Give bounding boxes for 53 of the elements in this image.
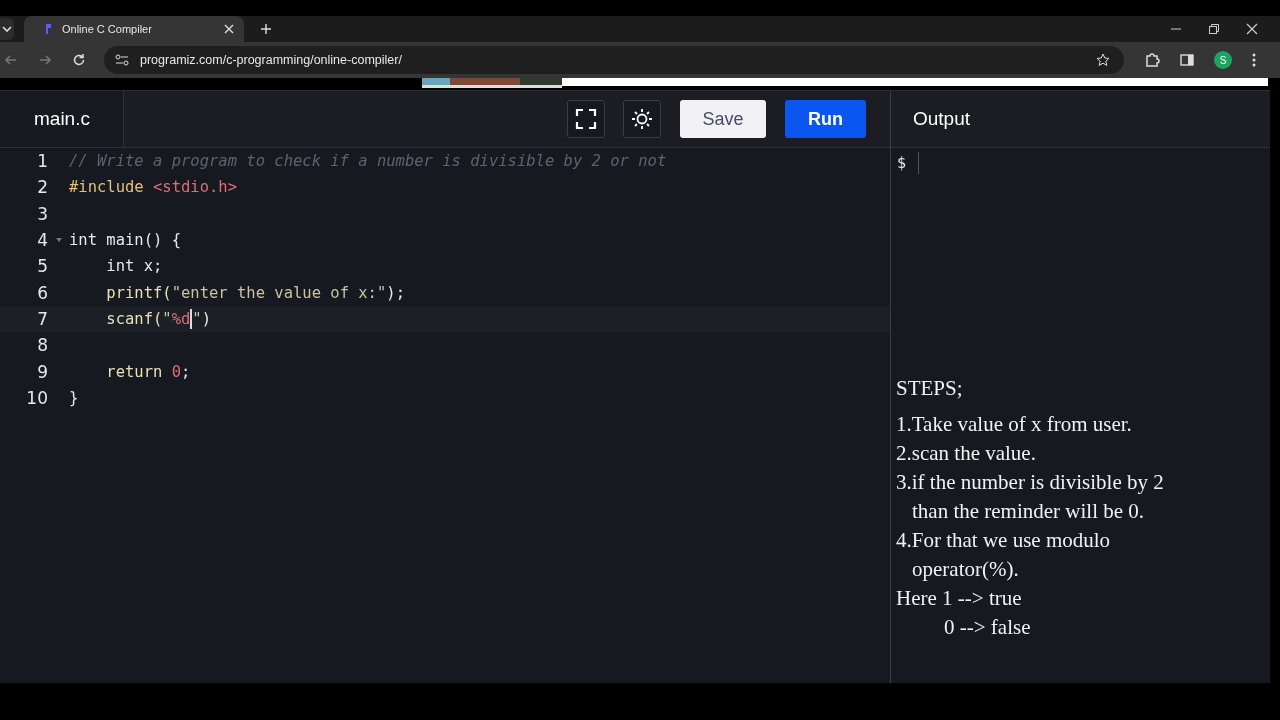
line-number: 7 — [36, 308, 48, 329]
code-line: int main() { — [69, 231, 181, 250]
line-number: 3 — [36, 203, 48, 224]
restore-icon[interactable] — [1208, 23, 1220, 35]
menu-icon[interactable] — [1252, 53, 1256, 67]
line-number: 9 — [36, 361, 48, 382]
code-line: int x; — [105, 257, 163, 276]
new-tab-icon[interactable] — [260, 23, 272, 35]
shell-prompt: $ — [897, 154, 907, 172]
code-line: #include <stdio.h> — [69, 178, 237, 197]
note-line: operator(%). — [911, 556, 1020, 583]
star-icon[interactable] — [1096, 53, 1110, 67]
code-line: } — [69, 388, 79, 407]
line-number: 1 — [36, 151, 48, 172]
extensions-icon[interactable] — [1144, 52, 1160, 68]
fullscreen-icon — [575, 108, 597, 130]
forward-icon[interactable] — [38, 53, 52, 67]
output-title: Output — [913, 108, 971, 130]
close-icon[interactable] — [224, 24, 234, 34]
note-line: 1.Take value of x from user. — [896, 411, 1133, 438]
code-line: printf("enter the value of x:"); — [105, 283, 405, 302]
side-panel-icon[interactable] — [1180, 53, 1194, 67]
code-line: // Write a program to check if a number is divisible by 2 or not — [69, 152, 667, 171]
browser-tab[interactable]: Online C Compiler — [24, 16, 244, 42]
line-number: 4 — [36, 230, 48, 251]
line-number: 10 — [25, 387, 48, 408]
note-line: 2.scan the value. — [896, 440, 1037, 467]
sun-icon — [631, 108, 653, 130]
line-number: 8 — [36, 335, 48, 356]
run-button[interactable]: Run — [785, 100, 866, 138]
note-line: than the reminder will be 0. — [911, 498, 1146, 525]
code-line: return 0; — [105, 362, 191, 381]
tab-list-icon[interactable] — [0, 18, 14, 40]
line-number: 2 — [36, 177, 48, 198]
notes-heading: STEPS; — [896, 375, 964, 402]
address-bar[interactable]: programiz.com/c-programming/online-compiler/ — [104, 46, 1124, 74]
line-number: 5 — [36, 256, 48, 277]
theme-toggle-button[interactable] — [623, 100, 661, 138]
site-icon — [44, 23, 54, 35]
close-icon[interactable] — [1246, 23, 1258, 35]
site-settings-icon[interactable] — [114, 53, 130, 67]
note-line: Here 1 --> true — [896, 585, 1023, 612]
code-line: scanf("%d") — [105, 308, 212, 329]
reload-icon[interactable] — [72, 53, 86, 67]
fullscreen-button[interactable] — [567, 100, 605, 138]
file-tab[interactable]: main.c — [0, 91, 124, 147]
save-button[interactable]: Save — [680, 100, 766, 138]
note-line: 3.if the number is divisible by 2 — [896, 469, 1165, 496]
back-icon[interactable] — [4, 53, 18, 67]
line-number: 6 — [36, 282, 48, 303]
note-line: 4.For that we use modulo — [896, 527, 1112, 554]
note-line: 0 --> false — [943, 614, 1032, 641]
fold-icon[interactable] — [55, 237, 62, 243]
